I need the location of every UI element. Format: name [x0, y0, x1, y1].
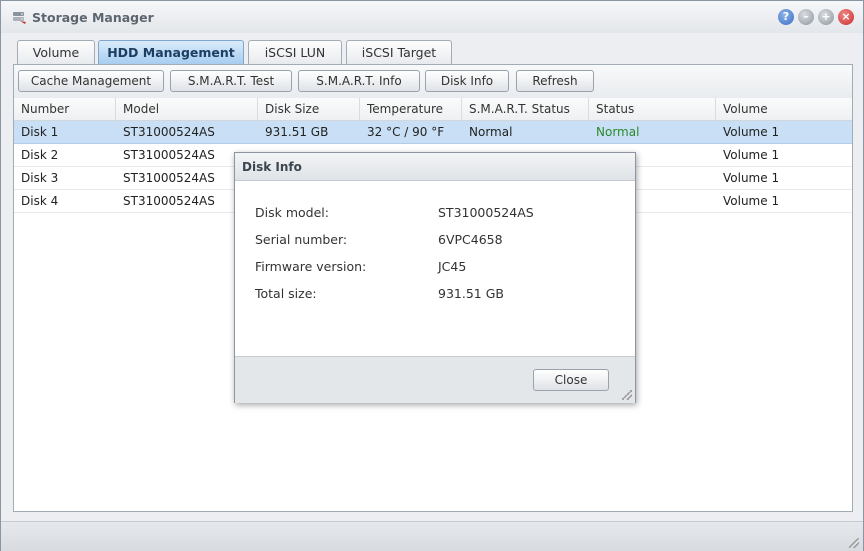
title-bar[interactable]: Storage Manager ? – + × [1, 1, 863, 33]
column-header-number[interactable]: Number [14, 98, 116, 120]
total-size-value: 931.51 GB [438, 286, 504, 301]
cell-volume: Volume 1 [723, 125, 780, 139]
disk-model-label: Disk model: [255, 205, 329, 220]
close-button[interactable]: Close [533, 369, 609, 391]
tab-hdd-management[interactable]: HDD Management [98, 40, 244, 64]
close-icon[interactable]: × [838, 9, 854, 25]
toolbar: Cache Management S.M.A.R.T. Test S.M.A.R… [14, 65, 852, 99]
tab-volume[interactable]: Volume [17, 40, 95, 64]
cell-status: Normal [596, 125, 640, 139]
cell-number: Disk 3 [21, 171, 59, 185]
dialog-title-bar[interactable]: Disk Info [235, 153, 635, 181]
serial-number-label: Serial number: [255, 232, 348, 247]
minimize-icon[interactable]: – [798, 9, 814, 25]
cell-temperature: 32 °C / 90 °F [367, 125, 445, 139]
cell-number: Disk 2 [21, 148, 59, 162]
refresh-button[interactable]: Refresh [516, 70, 594, 92]
column-header-disk-size[interactable]: Disk Size [258, 98, 360, 120]
table-row[interactable]: Disk 1 ST31000524AS 931.51 GB 32 °C / 90… [14, 121, 852, 144]
disk-model-value: ST31000524AS [438, 205, 534, 220]
maximize-icon[interactable]: + [818, 9, 834, 25]
column-header-temperature[interactable]: Temperature [360, 98, 462, 120]
cell-disk-size: 931.51 GB [265, 125, 329, 139]
dialog-footer: Close [235, 356, 635, 403]
cell-volume: Volume 1 [723, 171, 780, 185]
window-title: Storage Manager [32, 10, 154, 25]
status-bar [1, 521, 863, 551]
cell-smart-status: Normal [469, 125, 513, 139]
dialog-resize-grip-icon[interactable] [622, 390, 632, 400]
dialog-title: Disk Info [242, 160, 302, 174]
column-header-volume[interactable]: Volume [716, 98, 852, 120]
cell-number: Disk 1 [21, 125, 59, 139]
serial-number-value: 6VPC4658 [438, 232, 503, 247]
cell-volume: Volume 1 [723, 194, 780, 208]
cell-number: Disk 4 [21, 194, 59, 208]
resize-grip-icon[interactable] [849, 538, 859, 548]
smart-info-button[interactable]: S.M.A.R.T. Info [298, 70, 420, 92]
help-icon[interactable]: ? [778, 9, 794, 25]
storage-manager-icon [13, 12, 26, 24]
storage-manager-window: Storage Manager ? – + × Volume HDD Manag… [0, 0, 864, 551]
smart-test-button[interactable]: S.M.A.R.T. Test [170, 70, 292, 92]
firmware-version-label: Firmware version: [255, 259, 367, 274]
column-header-smart-status[interactable]: S.M.A.R.T. Status [462, 98, 589, 120]
column-header-model[interactable]: Model [116, 98, 258, 120]
tab-iscsi-lun[interactable]: iSCSI LUN [248, 40, 342, 64]
disk-info-button[interactable]: Disk Info [425, 70, 509, 92]
firmware-version-value: JC45 [438, 259, 467, 274]
cell-model: ST31000524AS [123, 125, 215, 139]
column-header-status[interactable]: Status [589, 98, 716, 120]
tab-iscsi-target[interactable]: iSCSI Target [346, 40, 452, 64]
cell-volume: Volume 1 [723, 148, 780, 162]
disk-info-dialog: Disk Info Disk model: ST31000524AS Seria… [234, 152, 636, 403]
cache-management-button[interactable]: Cache Management [18, 70, 164, 92]
table-header: Number Model Disk Size Temperature S.M.A… [14, 98, 852, 121]
total-size-label: Total size: [255, 286, 317, 301]
